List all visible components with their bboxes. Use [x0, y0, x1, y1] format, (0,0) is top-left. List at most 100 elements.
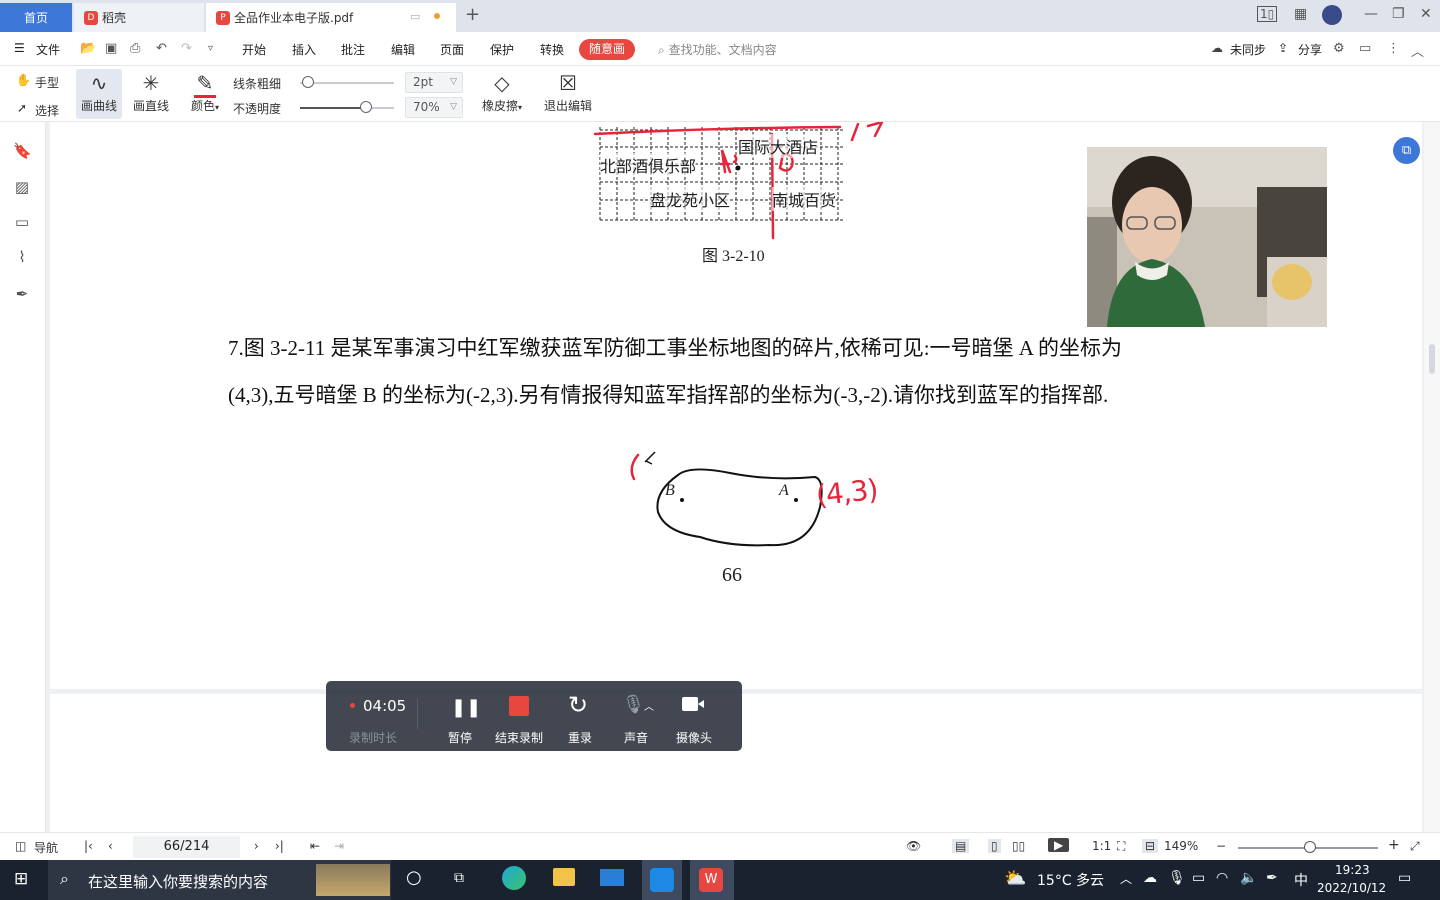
hamburger-icon[interactable]: ☰: [14, 41, 25, 55]
weather-text[interactable]: 15°C 多云: [1037, 870, 1104, 890]
next-page-icon[interactable]: ›: [254, 839, 259, 853]
print-icon[interactable]: ⎙: [130, 41, 140, 56]
fullscreen-icon[interactable]: ⤢: [1410, 839, 1420, 854]
comment-icon[interactable]: ▭: [1359, 41, 1371, 56]
select-tool[interactable]: 选择: [35, 102, 59, 119]
single-page-icon[interactable]: ▤: [952, 839, 970, 853]
menu-page[interactable]: 页面: [440, 41, 464, 58]
file-explorer-icon[interactable]: [553, 868, 575, 886]
curve-tool-button[interactable]: ∿ 画曲线: [76, 69, 122, 119]
zoom-slider-handle[interactable]: [1304, 841, 1316, 853]
edge-icon[interactable]: [502, 866, 526, 890]
color-button[interactable]: ✎ 颜色▾: [182, 69, 228, 119]
vertical-scrollbar[interactable]: [1424, 122, 1440, 832]
eye-protection-icon[interactable]: 👁: [906, 839, 921, 853]
line-width-slider[interactable]: [300, 82, 394, 84]
volume-icon[interactable]: 🔈: [1240, 870, 1257, 886]
menu-start[interactable]: 开始: [242, 41, 266, 58]
opacity-handle[interactable]: [359, 101, 372, 113]
hand-tool[interactable]: 手型: [35, 74, 59, 91]
pen-tray-icon[interactable]: ✒: [1266, 870, 1278, 886]
line-width-handle[interactable]: [302, 76, 314, 88]
tab-pdf[interactable]: P 全品作业本电子版.pdf ▭: [206, 3, 456, 32]
cortana-icon[interactable]: ○: [406, 867, 422, 888]
prev-page-icon[interactable]: ‹: [108, 839, 113, 853]
share-button[interactable]: 分享: [1298, 41, 1322, 58]
line-width-select[interactable]: 2pt ▽: [405, 72, 463, 93]
floating-translate-icon[interactable]: ⧉: [1393, 137, 1420, 164]
menu-protect[interactable]: 保护: [490, 41, 514, 58]
more-icon[interactable]: ⋮: [1387, 41, 1400, 56]
sound-button[interactable]: 🎙 ︿ 声音: [616, 681, 656, 751]
stop-recording-button[interactable]: 结束录制: [492, 681, 546, 751]
sync-status[interactable]: 未同步: [1230, 41, 1266, 58]
avatar[interactable]: [1322, 5, 1342, 25]
grid-icon[interactable]: ▦: [1294, 6, 1307, 22]
go-back-icon[interactable]: ⇤: [310, 839, 320, 853]
redo-icon[interactable]: ↷: [181, 41, 192, 56]
zoom-out-icon[interactable]: −: [1216, 839, 1226, 853]
microphone-tray-icon[interactable]: 🎙: [1168, 870, 1186, 886]
tab-daoke[interactable]: D 稻壳: [74, 3, 204, 32]
menu-edit[interactable]: 编辑: [391, 41, 415, 58]
menu-convert[interactable]: 转换: [540, 41, 564, 58]
signature-icon[interactable]: ✒: [13, 285, 31, 303]
tab-free-draw[interactable]: 随意画: [579, 39, 635, 60]
ime-indicator[interactable]: 中: [1294, 870, 1308, 890]
open-icon[interactable]: 📂: [80, 41, 96, 56]
windows-start-icon[interactable]: ⊞: [14, 869, 28, 889]
restore-icon[interactable]: ❐: [1392, 6, 1405, 22]
minimize-icon[interactable]: —: [1364, 6, 1378, 22]
wifi-icon[interactable]: ◠: [1216, 870, 1228, 886]
go-forward-icon[interactable]: ⇥: [334, 839, 344, 853]
chevron-up-icon[interactable]: ︿: [644, 698, 654, 713]
clock-date[interactable]: 2022/10/12: [1317, 881, 1386, 895]
settings-icon[interactable]: ⚙: [1333, 41, 1345, 56]
scroll-thumb[interactable]: [1429, 344, 1435, 374]
comment-icon[interactable]: ▭: [13, 213, 31, 231]
tab-home[interactable]: 首页: [0, 3, 72, 32]
pause-button[interactable]: ❚❚ 暂停: [438, 681, 482, 751]
notification-icon[interactable]: ▭: [1398, 870, 1411, 886]
menu-annotate[interactable]: 批注: [341, 41, 365, 58]
save-icon[interactable]: ▣: [105, 41, 117, 56]
fit-width-icon[interactable]: ⊟: [1142, 839, 1159, 853]
attachment-icon[interactable]: ⌇: [13, 248, 31, 266]
webcam-overlay[interactable]: [1087, 147, 1327, 327]
exit-edit-button[interactable]: ☒ 退出编辑: [542, 69, 594, 119]
bookmark-icon[interactable]: 🔖: [13, 142, 32, 160]
menu-file[interactable]: 文件: [36, 41, 60, 58]
navigation-button[interactable]: 导航: [34, 839, 58, 856]
first-page-icon[interactable]: |‹: [84, 839, 93, 853]
continuous-page-icon[interactable]: ▯: [988, 839, 1001, 853]
play-icon[interactable]: ▶: [1048, 838, 1070, 852]
actual-size-icon[interactable]: 1:1: [1092, 839, 1111, 853]
zoom-in-icon[interactable]: +: [1388, 837, 1400, 853]
battery-icon[interactable]: ▭: [1192, 870, 1205, 886]
last-page-icon[interactable]: ›|: [275, 839, 284, 853]
zoom-level[interactable]: 149%: [1164, 839, 1198, 853]
image-icon[interactable]: ▨: [13, 178, 31, 196]
opacity-select[interactable]: 70% ▽: [405, 97, 463, 118]
page-number-input[interactable]: 66/214: [133, 836, 240, 858]
two-page-icon[interactable]: ▯▯: [1012, 839, 1025, 853]
close-icon[interactable]: ✕: [1420, 6, 1432, 22]
new-tab-icon[interactable]: +: [465, 4, 480, 25]
clock-time[interactable]: 19:23: [1335, 863, 1370, 877]
menu-insert[interactable]: 插入: [292, 41, 316, 58]
collapse-icon[interactable]: ︿: [1411, 41, 1424, 60]
undo-icon[interactable]: ↶: [156, 41, 167, 56]
customize-chevron-icon[interactable]: ▿: [208, 43, 213, 54]
line-tool-button[interactable]: ✳ 画直线: [128, 69, 174, 119]
rerecord-button[interactable]: ↻ 重录: [560, 681, 600, 751]
search-input[interactable]: ⌕ 查找功能、文档内容: [658, 41, 777, 58]
tab-restore-icon[interactable]: ▭: [410, 10, 420, 23]
reading-mode-icon[interactable]: 1▯: [1257, 6, 1278, 22]
task-view-icon[interactable]: ⧉: [454, 870, 464, 886]
eraser-button[interactable]: ◇ 橡皮擦▾: [476, 69, 528, 119]
mail-icon[interactable]: [600, 869, 624, 886]
taskbar-search-box[interactable]: ⌕ 在这里输入你要搜索的内容: [48, 860, 391, 900]
fit-page-icon[interactable]: ⛶: [1117, 839, 1125, 854]
onedrive-icon[interactable]: ☁: [1143, 870, 1157, 886]
camera-button[interactable]: 摄像头: [671, 681, 717, 751]
